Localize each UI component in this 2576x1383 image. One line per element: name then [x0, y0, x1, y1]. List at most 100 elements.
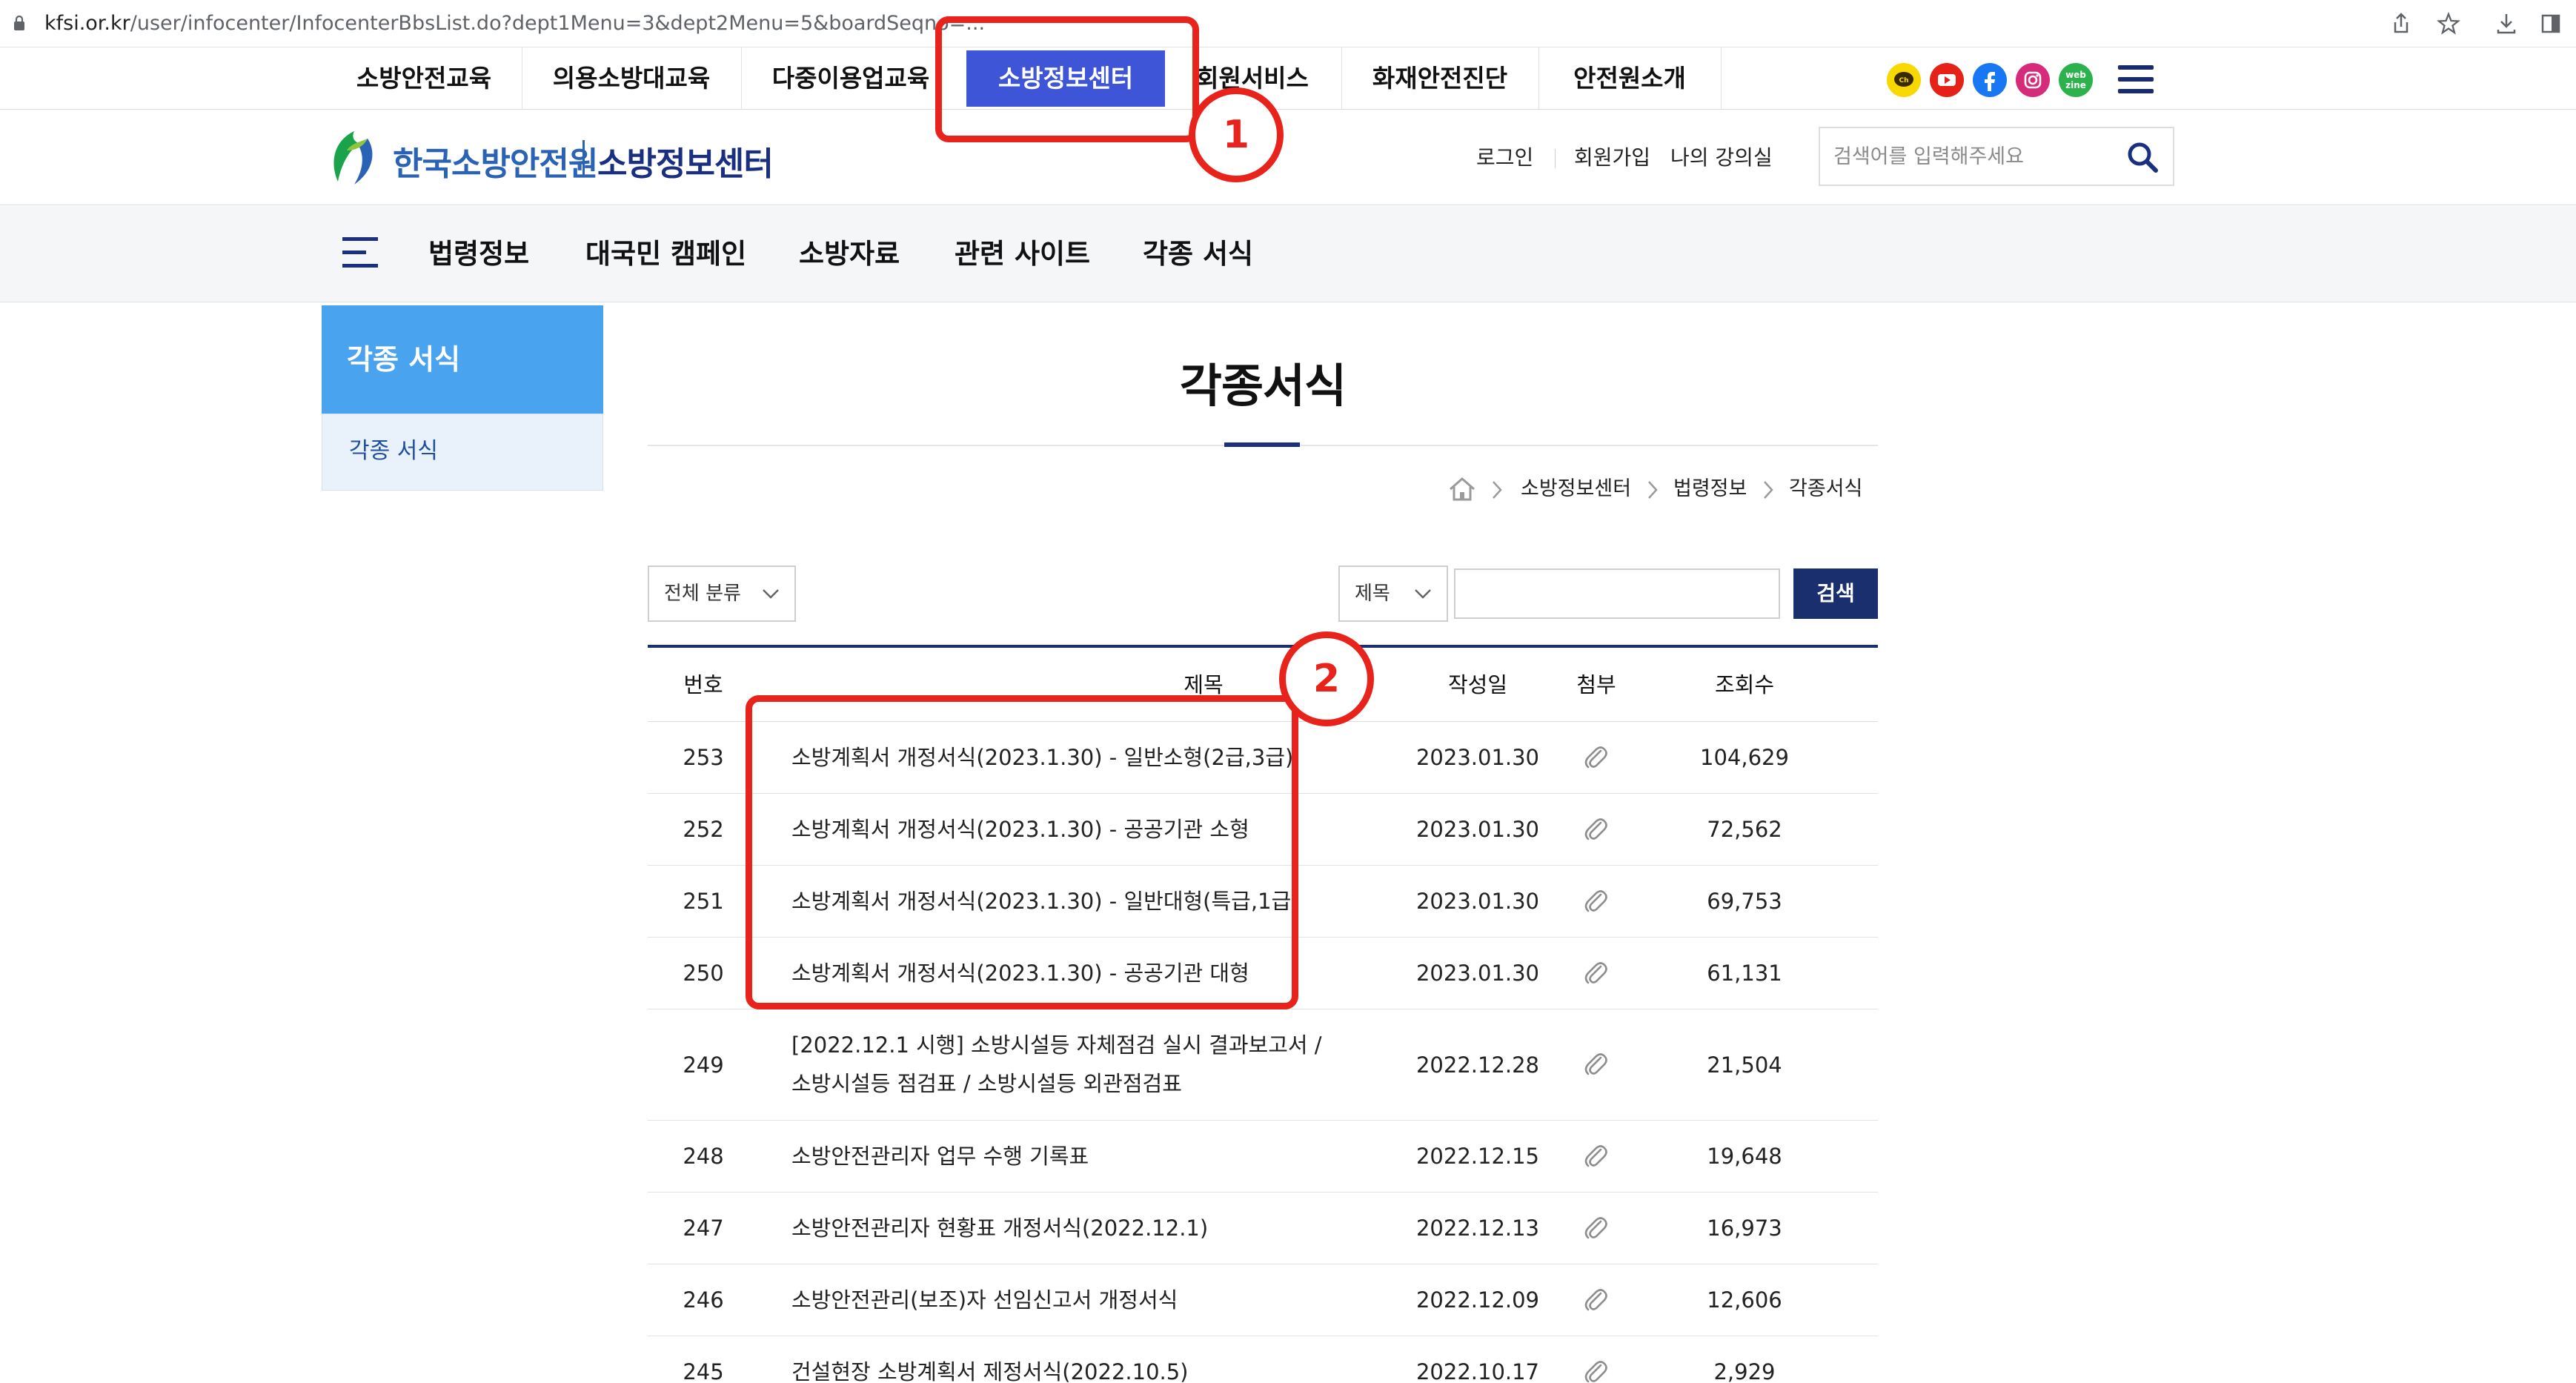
topnav-item-volunteer-education[interactable]: 의용소방대교육 [522, 47, 741, 110]
row-number: 248 [683, 1144, 724, 1169]
login-link[interactable]: 로그인 [1476, 140, 1533, 176]
facebook-icon[interactable] [1973, 63, 2007, 97]
search-field-select[interactable]: 제목 [1338, 566, 1448, 622]
column-header-date: 작성일 [1447, 672, 1508, 697]
site-header: 한국소방안전원 소방정보센터 로그인 회원가입 나의 강의실 [0, 110, 2576, 205]
table-row[interactable]: 248 소방안전관리자 업무 수행 기록표 2022.12.15 19,648 [648, 1121, 1878, 1193]
column-header-attachment: 첨부 [1576, 672, 1616, 697]
lock-icon [14, 15, 24, 30]
row-date: 2023.01.30 [1415, 745, 1540, 770]
table-row[interactable]: 249 [2022.12.1 시행] 소방시설등 자체점검 실시 결과보고서 / 소… [648, 1009, 1878, 1121]
column-header-views: 조회수 [1714, 672, 1775, 697]
topnav-item-fire-safety-diagnosis[interactable]: 화재안전진단 [1341, 47, 1538, 110]
site-search-input[interactable] [1833, 140, 2115, 173]
hamburger-menu-icon[interactable] [2118, 65, 2154, 95]
row-views: 69,753 [1707, 889, 1782, 914]
instagram-icon[interactable] [2016, 63, 2050, 97]
subnav-item-forms[interactable]: 각종 서식 [1143, 236, 1253, 273]
row-title-link[interactable]: 소방안전관리자 현황표 개정서식(2022.12.1) [791, 1193, 1414, 1264]
youtube-icon[interactable] [1930, 63, 1964, 97]
annotation-badge-1: 1 [1189, 87, 1284, 182]
page-title: 각종서식 [1179, 359, 1347, 413]
row-title-link[interactable]: 소방안전관리자 업무 수행 기록표 [791, 1121, 1414, 1193]
subnav-item-related-sites[interactable]: 관련 사이트 [955, 236, 1090, 273]
row-title-link[interactable]: 건설현장 소방계획서 제정서식(2022.10.5) [791, 1336, 1414, 1383]
subnav-item-laws[interactable]: 법령정보 [428, 236, 529, 273]
title-accent-bar [1224, 442, 1300, 447]
logo-subtitle[interactable]: 소방정보센터 [597, 137, 774, 185]
breadcrumb-laws[interactable]: 법령정보 [1673, 474, 1747, 504]
attachment-clip-icon[interactable] [1581, 1286, 1611, 1316]
subnav-item-campaign[interactable]: 대국민 캠페인 [585, 236, 746, 273]
row-number: 251 [683, 889, 724, 914]
table-row[interactable]: 245 건설현장 소방계획서 제정서식(2022.10.5) 2022.10.17 2… [648, 1336, 1878, 1383]
topnav-item-multiuse-education[interactable]: 다중이용업교육 [741, 47, 960, 110]
breadcrumb-forms: 각종서식 [1789, 477, 1863, 500]
row-views: 19,648 [1707, 1144, 1782, 1169]
subnav-item-materials[interactable]: 소방자료 [799, 236, 900, 273]
row-title-line-1: [2022.12.1 시행] 소방시설등 자체점검 실시 결과보고서 / [791, 1032, 1322, 1058]
category-select[interactable]: 전체 분류 [648, 566, 796, 622]
download-icon[interactable] [2493, 10, 2520, 37]
chevron-down-icon [763, 589, 779, 599]
row-date: 2022.12.28 [1415, 1052, 1540, 1078]
attachment-clip-icon[interactable] [1581, 1214, 1611, 1244]
address-bar[interactable]: kfsi.or.kr/user/infocenter/InfocenterBbs… [44, 9, 985, 39]
row-views: 2,929 [1713, 1359, 1776, 1383]
topnav-item-fire-safety-education[interactable]: 소방안전교육 [326, 47, 522, 110]
url-domain: kfsi.or.kr [44, 12, 130, 35]
logo-text[interactable]: 한국소방안전원 [393, 137, 598, 185]
kakao-icon[interactable]: Ch [1887, 63, 1921, 97]
breadcrumb-info-center[interactable]: 소방정보센터 [1521, 474, 1631, 504]
attachment-clip-icon[interactable] [1581, 959, 1611, 989]
row-number: 250 [683, 961, 724, 986]
chevron-right-icon [1648, 481, 1658, 499]
attachment-clip-icon[interactable] [1581, 1050, 1611, 1080]
row-number: 246 [683, 1287, 724, 1313]
attachment-clip-icon[interactable] [1581, 1142, 1611, 1172]
kfsi-logo-icon[interactable] [325, 128, 384, 188]
row-number: 253 [683, 745, 724, 770]
webzine-icon[interactable]: web zine [2059, 63, 2093, 97]
row-date: 2022.12.09 [1415, 1287, 1540, 1313]
webzine-label: web zine [2065, 70, 2086, 90]
logo-divider [582, 140, 585, 176]
table-row[interactable]: 246 소방안전관리(보조)자 선임신고서 개정서식 2022.12.09 12,60… [648, 1264, 1878, 1336]
share-icon[interactable] [2388, 10, 2414, 37]
sidebar-item-forms[interactable]: 각종 서식 [322, 414, 603, 491]
sidepanel-icon[interactable] [2537, 10, 2564, 37]
row-title-link[interactable]: [2022.12.1 시행] 소방시설등 자체점검 실시 결과보고서 / 소방시설… [791, 1026, 1414, 1103]
search-icon[interactable] [2124, 139, 2161, 176]
chevron-down-icon [1415, 589, 1431, 599]
my-classroom-link[interactable]: 나의 강의실 [1670, 140, 1773, 176]
url-path: /user/infocenter/InfocenterBbsList.do?de… [130, 12, 986, 35]
row-title-line-2: 소방시설등 점검표 / 소방시설등 외관점검표 [791, 1071, 1182, 1096]
bookmark-star-icon[interactable] [2435, 10, 2462, 37]
row-views: 72,562 [1707, 817, 1782, 842]
row-date: 2022.10.17 [1415, 1359, 1540, 1383]
home-icon[interactable] [1447, 474, 1478, 504]
row-number: 252 [683, 817, 724, 842]
row-views: 12,606 [1707, 1287, 1782, 1313]
signup-link[interactable]: 회원가입 [1574, 140, 1650, 176]
row-date: 2022.12.13 [1415, 1215, 1540, 1241]
row-date: 2023.01.30 [1415, 817, 1540, 842]
topnav-item-about[interactable]: 안전원소개 [1538, 47, 1721, 110]
topnav-divider [1721, 47, 1722, 110]
row-views: 61,131 [1707, 961, 1782, 986]
row-views: 21,504 [1707, 1052, 1782, 1078]
sidebar-title: 각종 서식 [322, 305, 603, 414]
attachment-clip-icon[interactable] [1581, 815, 1611, 845]
annotation-badge-2: 2 [1279, 631, 1374, 726]
column-header-number: 번호 [683, 672, 723, 697]
submenu-toggle-icon[interactable] [342, 237, 378, 270]
table-row[interactable]: 247 소방안전관리자 현황표 개정서식(2022.12.1) 2022.12.13… [648, 1193, 1878, 1264]
attachment-clip-icon[interactable] [1581, 1358, 1611, 1383]
attachment-clip-icon[interactable] [1581, 743, 1611, 773]
attachment-clip-icon[interactable] [1581, 887, 1611, 917]
row-title-link[interactable]: 소방안전관리(보조)자 선임신고서 개정서식 [791, 1264, 1414, 1336]
keyword-input[interactable] [1454, 568, 1780, 619]
row-views: 16,973 [1707, 1215, 1782, 1241]
annotation-highlight-box-1 [935, 16, 1199, 142]
search-button[interactable]: 검색 [1793, 568, 1878, 619]
